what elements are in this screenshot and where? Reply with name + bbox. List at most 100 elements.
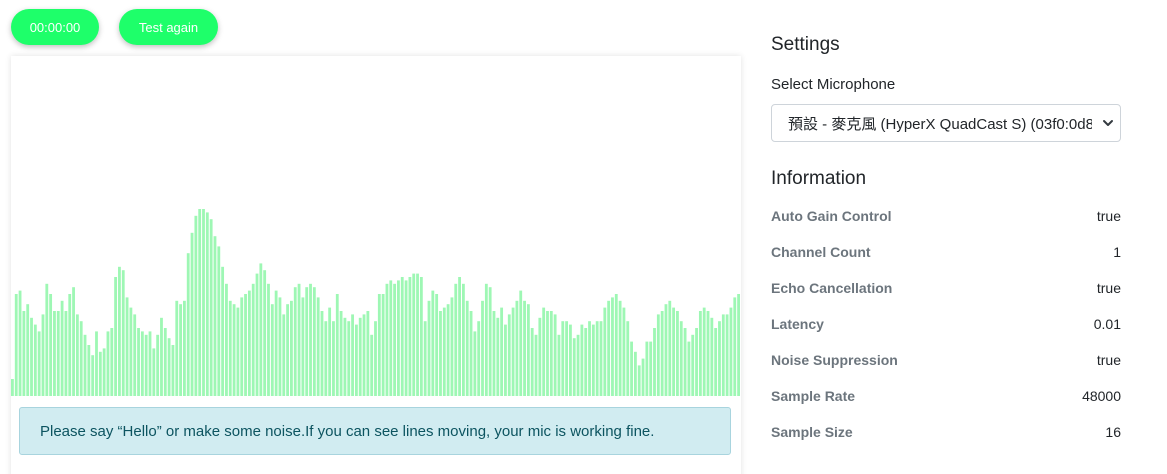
level-bar bbox=[167, 338, 171, 396]
level-bar bbox=[255, 273, 259, 396]
level-bar bbox=[351, 314, 354, 396]
level-bar bbox=[290, 300, 293, 396]
level-bar bbox=[324, 321, 328, 396]
level-bar bbox=[534, 334, 538, 396]
level-bar bbox=[408, 277, 412, 396]
level-bar bbox=[500, 307, 504, 396]
level-bar bbox=[320, 311, 324, 396]
level-bar bbox=[30, 317, 33, 396]
level-bar bbox=[660, 311, 664, 396]
level-bar bbox=[511, 307, 515, 396]
level-bar bbox=[41, 314, 45, 396]
info-label: Echo Cancellation bbox=[771, 280, 893, 296]
level-bar bbox=[18, 290, 22, 396]
level-bar bbox=[14, 294, 18, 396]
level-bar bbox=[435, 294, 439, 396]
level-bar bbox=[492, 311, 496, 396]
level-bar bbox=[710, 317, 714, 396]
info-value: 0.01 bbox=[1093, 316, 1121, 332]
microphone-select[interactable]: 預設 - 麥克風 (HyperX QuadCast S) (03f0:0d8b) bbox=[771, 104, 1121, 142]
level-bar bbox=[209, 219, 213, 396]
level-bar bbox=[316, 297, 320, 396]
info-label: Channel Count bbox=[771, 244, 871, 260]
level-bar bbox=[240, 297, 244, 396]
level-bar bbox=[37, 331, 41, 396]
level-bar bbox=[374, 321, 377, 396]
level-bar bbox=[645, 341, 649, 396]
level-bar bbox=[64, 311, 68, 396]
level-bar bbox=[637, 365, 641, 396]
level-bar bbox=[721, 314, 725, 396]
info-value: true bbox=[1096, 280, 1121, 296]
level-bar bbox=[75, 314, 79, 396]
level-bar bbox=[557, 334, 561, 396]
level-bar bbox=[481, 300, 484, 396]
level-bar bbox=[129, 307, 133, 396]
level-bar bbox=[370, 334, 374, 396]
timer-button[interactable]: 00:00:00 bbox=[11, 9, 99, 45]
level-bar bbox=[137, 328, 140, 396]
level-bar bbox=[312, 287, 316, 396]
level-bar bbox=[519, 290, 523, 396]
level-bar bbox=[133, 314, 137, 396]
level-bar bbox=[427, 300, 431, 396]
level-bar bbox=[683, 328, 687, 396]
level-bar bbox=[419, 277, 423, 396]
level-bar bbox=[473, 331, 477, 396]
level-bar bbox=[95, 331, 98, 396]
settings-heading: Settings bbox=[771, 34, 840, 55]
level-bar bbox=[664, 304, 668, 396]
level-bar bbox=[79, 321, 83, 396]
info-value: 48000 bbox=[1082, 388, 1121, 404]
info-value: 1 bbox=[1113, 244, 1121, 260]
level-bar bbox=[729, 307, 733, 396]
level-bar bbox=[385, 283, 389, 396]
level-bar bbox=[488, 287, 492, 396]
level-bar bbox=[412, 273, 416, 396]
level-bar bbox=[569, 324, 572, 396]
info-label: Auto Gain Control bbox=[771, 208, 892, 224]
level-bar bbox=[293, 287, 297, 396]
level-bar bbox=[454, 283, 458, 396]
level-bar bbox=[163, 328, 167, 396]
level-bar bbox=[263, 270, 267, 396]
level-bar bbox=[186, 253, 190, 396]
level-bar bbox=[339, 311, 343, 396]
level-bar bbox=[171, 345, 175, 396]
level-bar bbox=[26, 304, 30, 396]
level-bar bbox=[465, 300, 469, 396]
level-bar bbox=[702, 307, 706, 396]
level-bar bbox=[362, 314, 366, 396]
level-bar bbox=[691, 334, 695, 396]
info-alert: Please say “Hello” or make some noise.If… bbox=[19, 407, 731, 455]
visualizer-card: Please say “Hello” or make some noise.If… bbox=[11, 56, 741, 474]
level-bar bbox=[561, 321, 565, 396]
level-bar bbox=[225, 283, 228, 396]
level-bar bbox=[591, 324, 595, 396]
info-value: 16 bbox=[1105, 424, 1121, 440]
level-bar bbox=[595, 321, 599, 396]
level-bar bbox=[91, 355, 95, 396]
info-value: true bbox=[1096, 208, 1121, 224]
level-bar bbox=[507, 314, 511, 396]
level-bar bbox=[98, 351, 102, 396]
test-again-button[interactable]: Test again bbox=[119, 9, 218, 45]
level-bar bbox=[377, 294, 381, 396]
level-bar bbox=[630, 341, 633, 396]
level-bar bbox=[236, 307, 240, 396]
level-bar bbox=[309, 283, 312, 396]
level-bar bbox=[584, 328, 588, 396]
level-bar bbox=[140, 331, 144, 396]
microphone-select-value: 預設 - 麥克風 (HyperX QuadCast S) (03f0:0d8b) bbox=[788, 115, 1092, 133]
level-bar bbox=[179, 304, 182, 396]
information-list: Auto Gain Control true Channel Count 1 E… bbox=[771, 206, 1121, 458]
level-bar bbox=[335, 294, 339, 396]
level-bar bbox=[366, 311, 370, 396]
level-bar bbox=[72, 287, 75, 396]
level-bar bbox=[202, 209, 205, 396]
level-bar bbox=[400, 277, 404, 396]
level-bar bbox=[328, 307, 332, 396]
info-row-auto-gain-control: Auto Gain Control true bbox=[771, 206, 1121, 242]
level-bar bbox=[461, 283, 465, 396]
level-bar bbox=[354, 324, 358, 396]
